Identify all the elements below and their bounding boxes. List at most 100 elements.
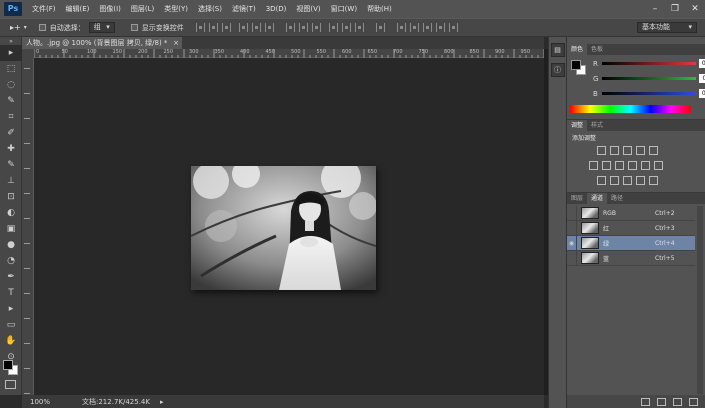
menu-image[interactable]: 图像(I) [94,4,126,14]
tab-styles[interactable]: 样式 [587,120,607,131]
zoom-level[interactable]: 100% [30,398,70,406]
healing-brush-tool-icon[interactable]: ✚ [0,141,22,157]
channel-row-rgb[interactable]: RGB Ctrl+2 [567,205,695,221]
quick-mask-icon[interactable] [5,380,16,389]
menu-3d[interactable]: 3D(D) [261,5,292,13]
distribute-bottom-icon[interactable] [311,23,321,32]
panel-scrollbar[interactable] [697,206,703,394]
channel-mixer-icon[interactable] [641,161,650,170]
path-select-tool-icon[interactable]: ▸ [0,301,22,317]
tab-color[interactable]: 颜色 [567,44,588,55]
vibrance-icon[interactable] [649,146,658,155]
document-image[interactable] [191,166,376,290]
tab-paths[interactable]: 路径 [607,193,627,204]
tab-channels[interactable]: 通道 [587,193,608,204]
auto-select-checkbox[interactable] [38,24,46,31]
align-left-icon[interactable] [238,23,248,32]
visibility-toggle[interactable] [567,250,577,266]
hue-saturation-icon[interactable] [589,161,598,170]
slide-3d-icon[interactable] [435,23,445,32]
menu-select[interactable]: 选择(S) [193,4,227,14]
threshold-icon[interactable] [623,176,632,185]
move-tool-icon[interactable]: ▸ [0,45,22,61]
close-icon[interactable]: × [173,37,179,49]
minimize-button[interactable]: – [645,2,665,16]
menu-window[interactable]: 窗口(W) [326,4,362,14]
gradient-tool-icon[interactable]: ▣ [0,221,22,237]
green-slider[interactable] [602,77,697,80]
quick-select-tool-icon[interactable]: ✎ [0,93,22,109]
levels-icon[interactable] [610,146,619,155]
blue-value[interactable]: 0 [698,89,705,98]
collapse-icon[interactable]: » [0,37,22,45]
type-tool-icon[interactable]: T [0,285,22,301]
crop-tool-icon[interactable]: ⌗ [0,109,22,125]
tab-layers[interactable]: 图层 [567,193,587,204]
dodge-tool-icon[interactable]: ◔ [0,253,22,269]
menu-file[interactable]: 文件(F) [27,4,61,14]
chevron-right-icon[interactable]: ▸ [160,398,164,406]
auto-align-icon[interactable] [375,23,385,32]
marquee-tool-icon[interactable]: ⬚ [0,61,22,77]
menu-layer[interactable]: 图层(L) [126,4,159,14]
exposure-icon[interactable] [636,146,645,155]
vertical-ruler[interactable] [22,58,34,395]
eyedropper-tool-icon[interactable]: ✐ [0,125,22,141]
menu-type[interactable]: 类型(Y) [159,4,193,14]
color-balance-icon[interactable] [602,161,611,170]
channel-row-blue[interactable]: 蓝 Ctrl+5 [567,250,695,266]
pan-3d-icon[interactable] [422,23,432,32]
green-value[interactable]: 0 [699,74,705,83]
pen-tool-icon[interactable]: ✒ [0,269,22,285]
auto-select-dropdown[interactable]: 组 ▾ [88,22,115,33]
photo-filter-icon[interactable] [628,161,637,170]
eye-icon[interactable]: ◉ [567,235,577,251]
rectangle-tool-icon[interactable]: ▭ [0,317,22,333]
delete-channel-icon[interactable] [689,397,698,406]
close-button[interactable]: ✕ [685,2,705,16]
distribute-center-icon[interactable] [341,23,351,32]
properties-panel-icon[interactable]: ⓘ [550,63,565,77]
tab-adjustments[interactable]: 调整 [567,120,588,131]
align-right-icon[interactable] [264,23,274,32]
clone-stamp-tool-icon[interactable]: ⊥ [0,173,22,189]
eraser-tool-icon[interactable]: ◐ [0,205,22,221]
visibility-toggle[interactable] [567,220,577,236]
visibility-toggle[interactable] [567,205,577,221]
history-brush-tool-icon[interactable]: ⊡ [0,189,22,205]
distribute-middle-icon[interactable] [298,23,308,32]
align-bottom-icon[interactable] [221,23,231,32]
align-top-icon[interactable] [195,23,205,32]
curves-icon[interactable] [623,146,632,155]
blur-tool-icon[interactable]: ● [0,237,22,253]
gradient-map-icon[interactable] [636,176,645,185]
rotate-3d-icon[interactable] [409,23,419,32]
color-lookup-icon[interactable] [654,161,663,170]
brush-tool-icon[interactable]: ✎ [0,157,22,173]
hand-tool-icon[interactable]: ✋ [0,333,22,349]
canvas-area[interactable] [34,58,544,395]
load-selection-icon[interactable] [641,397,650,406]
distribute-left-icon[interactable] [328,23,338,32]
align-center-icon[interactable] [251,23,261,32]
red-slider[interactable] [601,62,696,65]
tab-swatches[interactable]: 色板 [587,44,607,55]
blue-slider[interactable] [601,92,696,95]
document-tab[interactable]: 人物。.jpg @ 100% (背景图层 拷贝, 绿/8) * × [22,37,182,49]
ruler-origin[interactable] [22,49,34,58]
channel-row-red[interactable]: 红 Ctrl+3 [567,220,695,236]
mode-3d-icon[interactable] [396,23,406,32]
menu-edit[interactable]: 编辑(E) [61,4,95,14]
posterize-icon[interactable] [610,176,619,185]
distribute-top-icon[interactable] [285,23,295,32]
red-value[interactable]: 0 [698,59,705,68]
show-transform-checkbox[interactable] [130,24,138,31]
foreground-color-chip[interactable] [571,60,581,70]
color-well[interactable] [571,60,587,76]
invert-icon[interactable] [597,176,606,185]
channel-row-green[interactable]: ◉ 绿 Ctrl+4 [567,235,695,251]
black-white-icon[interactable] [615,161,624,170]
history-panel-icon[interactable]: ▤ [550,43,565,57]
foreground-color-swatch[interactable] [3,360,13,370]
brightness-icon[interactable] [597,146,606,155]
